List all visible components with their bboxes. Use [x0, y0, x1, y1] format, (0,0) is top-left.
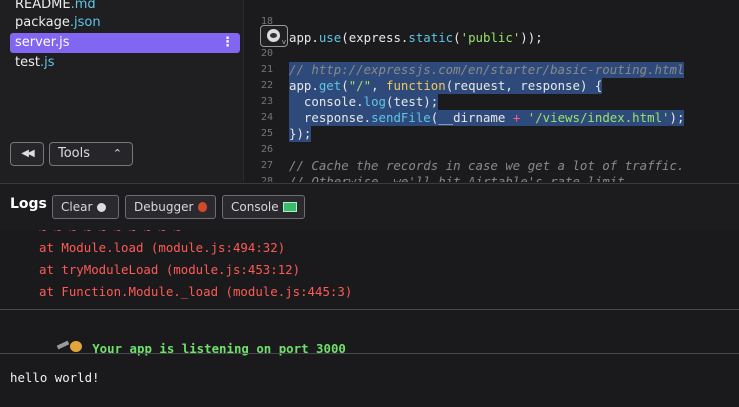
- log-divider: [0, 353, 739, 354]
- code-line: 29 var cachedResponse = null;: [244, 174, 739, 182]
- console-button[interactable]: Console: [222, 195, 305, 219]
- tools-button[interactable]: Tools ⌃: [49, 142, 133, 166]
- rewind-icon: ◀◀: [21, 148, 34, 159]
- log-success-line: Your app is listening on port 3000: [10, 325, 346, 371]
- logs-panel: Logs Clear Debugger Console ~ ~ ~ ~ ~ ~ …: [0, 183, 739, 407]
- bug-icon: [198, 202, 208, 212]
- menu-dots-icon[interactable]: ⋮: [221, 33, 234, 53]
- chevron-up-icon: ⌃: [112, 147, 122, 160]
- debugger-label: Debugger: [134, 200, 194, 214]
- code-line: 24 });: [244, 94, 739, 142]
- log-divider: [0, 309, 739, 310]
- file-name: test: [15, 55, 40, 70]
- file-name: server: [15, 35, 55, 50]
- file-name: package: [15, 15, 70, 30]
- log-error-line: at tryModuleLoad (module.js:453:12): [39, 262, 301, 277]
- file-name: README: [15, 0, 71, 12]
- file-test-js[interactable]: test.js: [10, 53, 240, 73]
- tools-label: Tools: [58, 146, 91, 161]
- log-output[interactable]: ~ ~ ~ ~ ~ ~ ~ ~ ~ ~ at Module.load (modu…: [0, 230, 739, 407]
- log-error-line: at Function.Module._load (module.js:445:…: [39, 284, 353, 299]
- code-line: 18 app.use(express.static('public'));: [244, 0, 739, 45]
- log-error-partial: ~ ~ ~ ~ ~ ~ ~ ~ ~ ~: [39, 230, 181, 237]
- file-server-js[interactable]: server.js ⋮: [10, 33, 240, 53]
- code-line: 28 var cacheTimeoutMs = 5 * 1000; // Cac…: [244, 158, 739, 182]
- file-tree-sidebar: README.md package.json server.js ⋮ test.…: [0, 0, 243, 182]
- file-ext: .js: [54, 35, 70, 50]
- file-ext: .md: [70, 0, 96, 12]
- clear-label: Clear: [61, 200, 93, 214]
- collapse-sidebar-button[interactable]: ◀◀: [10, 142, 44, 166]
- code-editor[interactable]: 18 app.use(express.static('public')); v …: [243, 0, 739, 182]
- code-line: 22 console.log(test);: [244, 62, 739, 110]
- clear-logs-button[interactable]: Clear: [52, 195, 119, 219]
- file-ext: .js: [39, 55, 55, 70]
- code-line: 25: [244, 110, 739, 139]
- code-line: 20 // http://expressjs.com/en/starter/ba…: [244, 30, 739, 78]
- file-ext: .json: [69, 15, 101, 30]
- computer-icon: [282, 202, 297, 212]
- code-line: 27 // Otherwise, we'll hit Airtable's ra…: [244, 142, 739, 182]
- code-line: 21 app.get("/", function(request, respon…: [244, 46, 739, 94]
- logs-title: Logs: [10, 196, 47, 212]
- file-package-json[interactable]: package.json: [10, 13, 240, 33]
- code-line: 23 response.sendFile(__dirname + '/views…: [244, 78, 739, 126]
- code-line: 26 // Cache the records in case we get a…: [244, 126, 739, 173]
- bomb-icon: [97, 203, 107, 212]
- debugger-button[interactable]: Debugger: [125, 195, 216, 219]
- console-label: Console: [231, 200, 279, 214]
- log-error-line: at Module.load (module.js:494:32): [39, 240, 286, 255]
- log-output-line: hello world!: [10, 370, 100, 385]
